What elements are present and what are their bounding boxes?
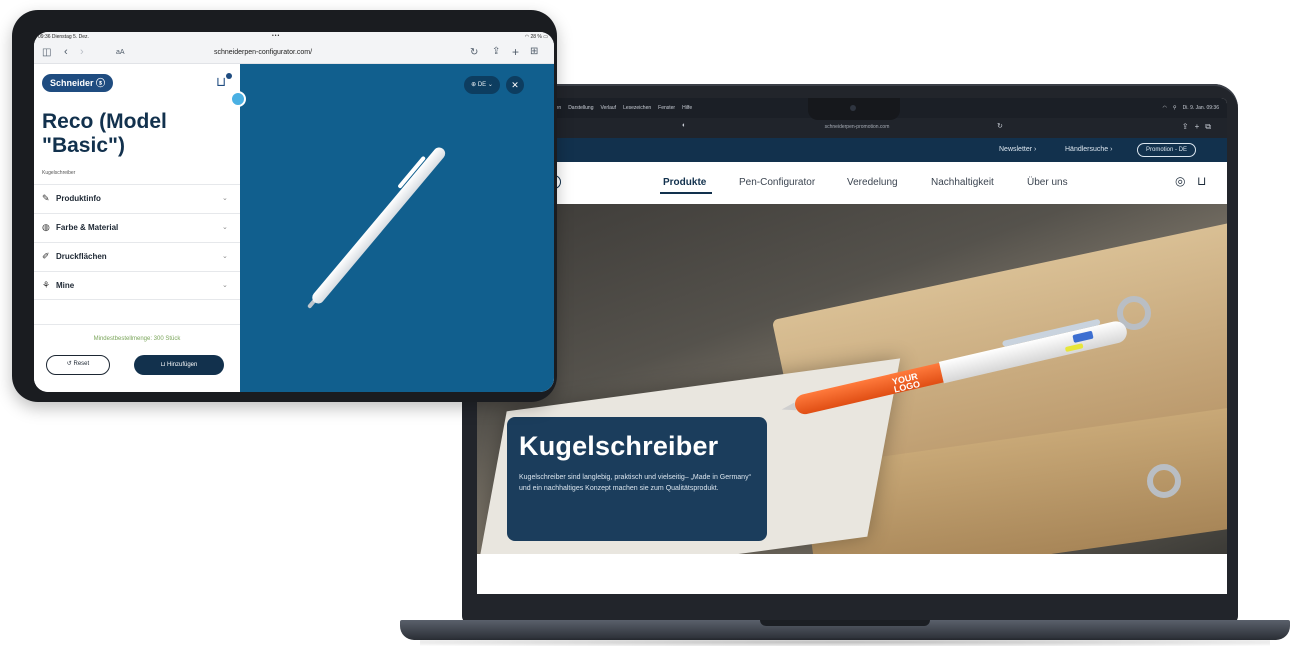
cart-icon[interactable]: ⊔ <box>216 74 226 90</box>
new-tab-icon[interactable]: + <box>512 45 519 59</box>
accordion-print-areas[interactable]: ✐ Druckflächen ⌄ <box>34 242 240 271</box>
hero-text-card: Kugelschreiber Kugelschreiber sind langl… <box>507 417 767 541</box>
newsletter-link[interactable]: Newsletter › <box>999 146 1036 153</box>
laptop-shadow <box>420 638 1270 646</box>
status-time-date: 09:36 Dienstag 5. Dez. <box>38 34 89 40</box>
laptop-url[interactable]: schneiderpen-promotion.com <box>747 124 967 130</box>
product-title: Reco (Model "Basic") <box>42 110 167 157</box>
nav-item-finishing[interactable]: Veredelung <box>847 177 898 188</box>
menubar-item-bookmarks[interactable]: Lesezeichen <box>623 105 651 111</box>
promotion-region-button[interactable]: Promotion - DE <box>1137 143 1197 157</box>
newsletter-label: Newsletter <box>999 146 1033 153</box>
laptop-opening-lip <box>760 620 930 626</box>
accordion-label: Farbe & Material <box>56 223 119 232</box>
search-icon[interactable]: ⚲ <box>1173 105 1177 111</box>
reader-settings-button[interactable]: aA <box>116 49 125 56</box>
hero-banner: YOUR LOGO Kugelschreiber Kugelschreiber … <box>477 204 1227 554</box>
browser-toolbar-icons[interactable]: ⇪+⧉ <box>1182 122 1217 132</box>
add-label: Hinzufügen <box>167 362 198 368</box>
tablet-screen: 09:36 Dienstag 5. Dez. ••• ◠ 28 % ▭ ◫ ‹ … <box>34 32 554 392</box>
configurator-preview-canvas[interactable]: ⊕ DE ⌄ ✕ <box>240 64 554 392</box>
forward-icon[interactable]: › <box>80 46 84 58</box>
laptop-notch <box>808 98 900 120</box>
wifi-icon[interactable]: ◠ <box>1163 105 1167 111</box>
nav-item-pen-configurator[interactable]: Pen-Configurator <box>739 177 815 188</box>
chevron-down-icon: ⌄ <box>222 224 228 231</box>
accordion-label: Mine <box>56 281 75 290</box>
status-battery: ◠ 28 % ▭ <box>524 34 548 40</box>
refill-icon: ⚘ <box>42 280 51 290</box>
add-to-cart-button[interactable]: ⊔ Hinzufügen <box>134 355 224 375</box>
pen-preview-image[interactable] <box>303 135 457 314</box>
multitasking-dots-icon[interactable]: ••• <box>272 33 280 39</box>
nav-item-products[interactable]: Produkte <box>663 177 706 188</box>
active-nav-indicator <box>660 192 712 194</box>
search-icon[interactable]: ◎ <box>1175 174 1185 188</box>
pen-icon: ✎ <box>42 193 50 203</box>
menubar-item-window[interactable]: Fenster <box>658 105 675 111</box>
sidebar-divider <box>34 324 240 325</box>
tablet-status-bar: 09:36 Dienstag 5. Dez. ••• ◠ 28 % ▭ <box>34 32 554 42</box>
battery-percent: 28 % <box>530 34 542 40</box>
tablet-frame: 09:36 Dienstag 5. Dez. ••• ◠ 28 % ▭ ◫ ‹ … <box>12 10 557 402</box>
basket-icon[interactable]: ⊔ <box>1197 174 1206 188</box>
share-icon[interactable]: ⇪ <box>492 46 500 57</box>
menubar-item-help[interactable]: Hilfe <box>682 105 692 111</box>
product-category: Kugelschreiber <box>42 170 76 176</box>
schneider-logo[interactable]: Schneider ⓢ <box>42 74 114 92</box>
tabs-overview-icon[interactable]: ⊞ <box>530 46 538 57</box>
hero-description: Kugelschreiber sind langlebig, praktisch… <box>519 474 751 492</box>
palette-icon: ◍ <box>42 222 50 232</box>
accordion-label: Druckflächen <box>56 252 107 261</box>
site-topbar: Newsletter › Händlersuche › Promotion - … <box>477 138 1227 162</box>
minimum-order-note: Mindestbestellmenge: 300 Stück <box>93 336 181 342</box>
site-navigation: Produkte Pen-Configurator Veredelung Nac… <box>477 162 1227 204</box>
dealer-search-label: Händlersuche <box>1065 146 1109 153</box>
reload-icon[interactable]: ↻ <box>997 122 1003 130</box>
laptop-address-bar: ◐ schneiderpen-promotion.com ↻ ⇪+⧉ <box>477 118 1227 138</box>
menubar-item-view[interactable]: Darstellung <box>568 105 593 111</box>
chevron-down-icon: ⌄ <box>222 195 228 202</box>
tablet-address-bar: ◫ ‹ › aA schneiderpen-configurator.com/ … <box>34 42 554 64</box>
nav-item-sustainability[interactable]: Nachhaltigkeit <box>931 177 994 188</box>
language-label: DE <box>477 82 487 88</box>
laptop-screen: Bearbeiten Darstellung Verlauf Lesezeich… <box>477 98 1227 594</box>
menubar-item-history[interactable]: Verlauf <box>600 105 616 111</box>
menubar-clock: Di. 9. Jan. 09:36 <box>1182 105 1219 111</box>
close-icon[interactable]: ✕ <box>506 76 524 94</box>
accordion-product-info[interactable]: ✎ Produktinfo ⌄ <box>34 184 240 213</box>
reload-icon[interactable]: ↻ <box>470 47 478 58</box>
accordion-label: Produktinfo <box>56 194 101 203</box>
device-mockup-scene: Bearbeiten Darstellung Verlauf Lesezeich… <box>0 0 1290 647</box>
accordion-color-material[interactable]: ◍ Farbe & Material ⌄ <box>34 213 240 242</box>
sidebar-resize-handle[interactable] <box>230 91 246 107</box>
print-area-icon: ✐ <box>42 251 50 261</box>
pen-barrel <box>309 145 448 306</box>
hero-title: Kugelschreiber <box>519 431 719 461</box>
sidebar-toggle-icon[interactable]: ◫ <box>42 47 51 58</box>
pen-logo-print: YOUR LOGO <box>891 371 921 394</box>
nav-item-about-us[interactable]: Über uns <box>1027 177 1068 188</box>
binder-ring-image-lower <box>1147 464 1181 498</box>
accordion-refill[interactable]: ⚘ Mine ⌄ <box>34 271 240 300</box>
cart-badge <box>226 73 232 79</box>
schneider-logo-text: Schneider <box>50 78 94 88</box>
dealer-search-link[interactable]: Händlersuche › <box>1065 146 1112 153</box>
back-icon[interactable]: ‹ <box>64 46 68 58</box>
reset-button[interactable]: ↺ Reset <box>46 355 110 375</box>
reset-label: Reset <box>73 361 90 367</box>
tablet-url[interactable]: schneiderpen-configurator.com/ <box>214 49 312 56</box>
language-selector[interactable]: ⊕ DE ⌄ <box>464 76 500 94</box>
chevron-down-icon: ⌄ <box>222 282 228 289</box>
configurator-sidebar: Schneider ⓢ ⊔ Reco (Model "Basic") Kugel… <box>34 64 240 392</box>
privacy-shield-icon[interactable]: ◐ <box>682 122 686 129</box>
camera-icon <box>850 105 856 111</box>
chevron-down-icon: ⌄ <box>222 253 228 260</box>
